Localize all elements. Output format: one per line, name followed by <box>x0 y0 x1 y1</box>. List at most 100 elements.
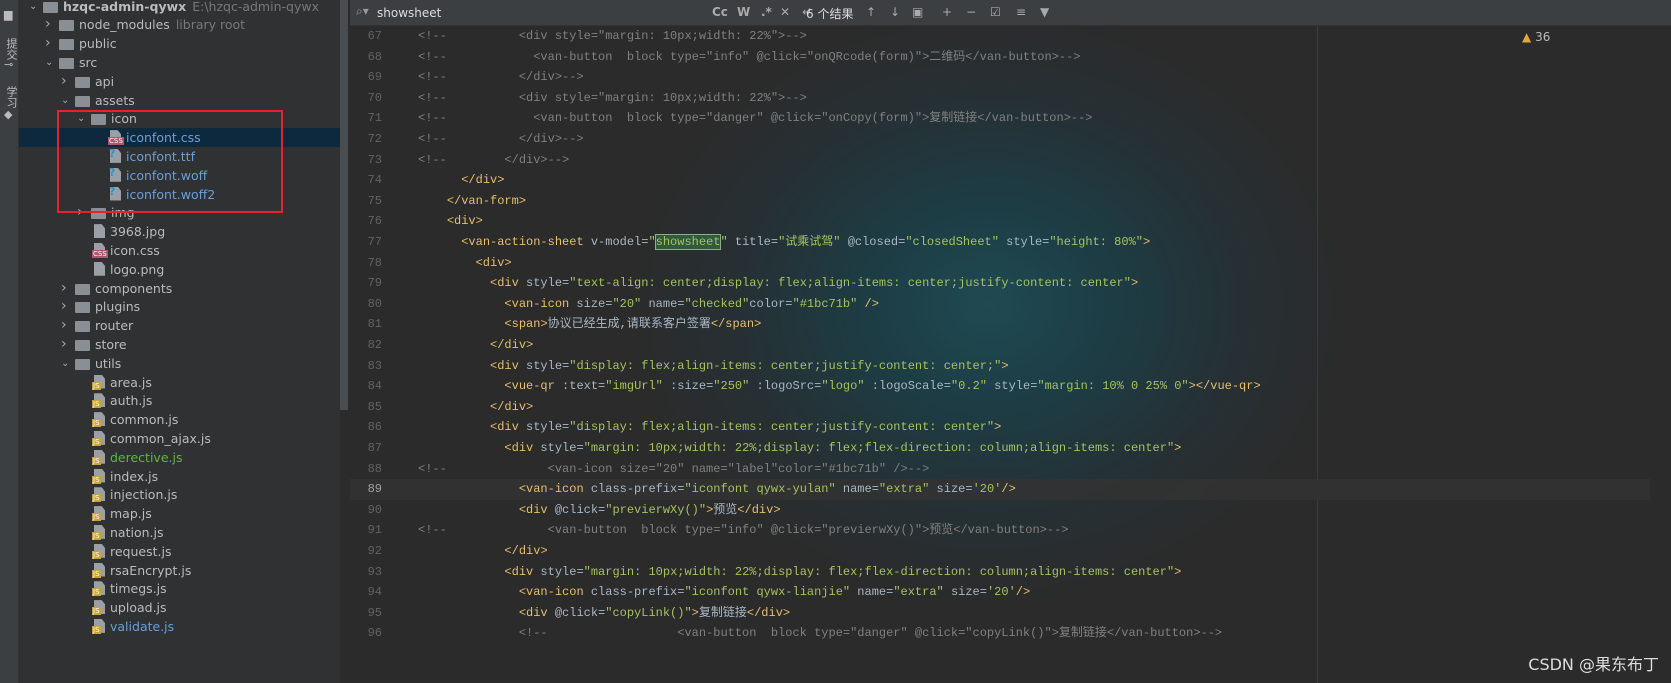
code-line[interactable]: 91 <!-- <van-button block type="info" @cl… <box>350 520 1650 541</box>
tree-item[interactable]: ⌄ hzqc-admin-qywx E:\hzqc-admin-qywx <box>19 0 340 16</box>
chevron-right-icon[interactable]: › <box>45 15 51 34</box>
line-number[interactable]: 85 <box>356 397 382 418</box>
code-line[interactable]: 70 <!-- <div style="margin: 10px;width: 2… <box>350 88 1650 109</box>
select-all-icon[interactable]: ▣ <box>912 5 923 19</box>
tree-item[interactable]: JS timegs.js <box>19 579 340 598</box>
code-line[interactable]: 71 <!-- <van-button block type="danger" @… <box>350 108 1650 129</box>
tree-item[interactable]: › store <box>19 335 340 354</box>
chevron-right-icon[interactable]: › <box>61 335 67 354</box>
code-line[interactable]: 85 </div> <box>350 397 1650 418</box>
line-number[interactable]: 92 <box>356 541 382 562</box>
tree-item[interactable]: › api <box>19 72 340 91</box>
code-line[interactable]: 88 <!-- <van-icon size="20" name="label"c… <box>350 459 1650 480</box>
clear-icon[interactable]: ✕ <box>780 5 790 19</box>
chevron-right-icon[interactable]: › <box>61 72 67 91</box>
line-number[interactable]: 91 <box>356 520 382 541</box>
line-number[interactable]: 69 <box>356 67 382 88</box>
tree-item[interactable]: JS map.js <box>19 504 340 523</box>
line-number[interactable]: 81 <box>356 314 382 335</box>
code-line[interactable]: 75 </van-form> <box>350 191 1650 212</box>
line-number[interactable]: 90 <box>356 500 382 521</box>
code-editor[interactable]: 67 <!-- <div style="margin: 10px;width: 2… <box>350 26 1671 683</box>
select-all-occurrences-icon[interactable]: ☑ <box>990 5 1001 19</box>
tree-item[interactable]: JS common.js <box>19 410 340 429</box>
code-line[interactable]: 84 <vue-qr :text="imgUrl" :size="250" :l… <box>350 376 1650 397</box>
tree-item[interactable]: JS validate.js <box>19 617 340 636</box>
code-line[interactable]: 93 <div style="margin: 10px;width: 22%;d… <box>350 562 1650 583</box>
code-line[interactable]: 77 <van-action-sheet v-model="showsheet"… <box>350 232 1650 253</box>
code-line[interactable]: 73 <!-- </div>--> <box>350 150 1650 171</box>
code-line[interactable]: 79 <div style="text-align: center;displa… <box>350 273 1650 294</box>
tree-item[interactable]: › public <box>19 34 340 53</box>
learn-tab[interactable]: 学习 <box>3 86 19 108</box>
tree-item[interactable]: CSS icon.css <box>19 241 340 260</box>
search-icon[interactable]: ⌕▾ <box>356 4 369 19</box>
filter-icon[interactable]: ▼ <box>1040 5 1049 19</box>
line-number[interactable]: 79 <box>356 273 382 294</box>
commit-tab[interactable]: 提交 <box>3 38 19 60</box>
chevron-down-icon[interactable]: ⌄ <box>45 53 53 72</box>
previous-occurrence-icon[interactable]: ↑ <box>866 5 876 19</box>
tree-item[interactable]: JS upload.js <box>19 598 340 617</box>
chevron-down-icon[interactable]: ⌄ <box>29 0 37 16</box>
code-line[interactable]: 89 <van-icon class-prefix="iconfont qywx… <box>350 479 1650 500</box>
line-number[interactable]: 96 <box>356 623 382 644</box>
line-number[interactable]: 76 <box>356 211 382 232</box>
chevron-right-icon[interactable]: › <box>45 34 51 53</box>
code-line[interactable]: 86 <div style="display: flex;align-items… <box>350 417 1650 438</box>
filter-options-icon[interactable]: ≡ <box>1016 5 1026 19</box>
tree-item[interactable]: › router <box>19 316 340 335</box>
code-line[interactable]: 69 <!-- </div>--> <box>350 67 1650 88</box>
line-number[interactable]: 94 <box>356 582 382 603</box>
tree-item[interactable]: JS index.js <box>19 467 340 486</box>
line-number[interactable]: 87 <box>356 438 382 459</box>
project-scrollbar[interactable] <box>340 0 348 410</box>
code-line[interactable]: 78 <div> <box>350 253 1650 274</box>
chevron-right-icon[interactable]: › <box>61 316 67 335</box>
tree-item[interactable]: ⌄ src <box>19 53 340 72</box>
chevron-right-icon[interactable]: › <box>61 279 67 298</box>
line-number[interactable]: 77 <box>356 232 382 253</box>
code-line[interactable]: 90 <div @click="previerwXy()">预览</div> <box>350 500 1650 521</box>
tree-item[interactable]: JS common_ajax.js <box>19 429 340 448</box>
code-line[interactable]: 92 </div> <box>350 541 1650 562</box>
line-number[interactable]: 83 <box>356 356 382 377</box>
code-line[interactable]: 81 <span>协议已经生成,请联系客户签署</span> <box>350 314 1650 335</box>
line-number[interactable]: 93 <box>356 562 382 583</box>
tree-item[interactable]: JS rsaEncrypt.js <box>19 561 340 580</box>
line-number[interactable]: 84 <box>356 376 382 397</box>
match-case-toggle[interactable]: Cc <box>712 5 728 19</box>
next-occurrence-icon[interactable]: ↓ <box>890 5 900 19</box>
chevron-down-icon[interactable]: ⌄ <box>61 91 69 110</box>
tree-item[interactable]: ⌄ assets <box>19 91 340 110</box>
code-line[interactable]: 67 <!-- <div style="margin: 10px;width: 2… <box>350 26 1650 47</box>
tree-item[interactable]: JS derective.js <box>19 448 340 467</box>
line-number[interactable]: 78 <box>356 253 382 274</box>
line-number[interactable]: 72 <box>356 129 382 150</box>
line-number[interactable]: 74 <box>356 170 382 191</box>
line-number[interactable]: 89 <box>356 479 382 500</box>
code-line[interactable]: 96 <!-- <van-button block type="danger" … <box>350 623 1650 644</box>
regex-toggle[interactable]: .* <box>761 5 772 19</box>
line-number[interactable]: 80 <box>356 294 382 315</box>
words-toggle[interactable]: W <box>737 5 750 19</box>
code-line[interactable]: 87 <div style="margin: 10px;width: 22%;d… <box>350 438 1650 459</box>
tree-item[interactable]: › components <box>19 279 340 298</box>
code-line[interactable]: 83 <div style="display: flex;align-items… <box>350 356 1650 377</box>
tree-item[interactable]: ⌄ utils <box>19 354 340 373</box>
tree-item[interactable]: JS auth.js <box>19 391 340 410</box>
line-number[interactable]: 95 <box>356 603 382 624</box>
line-number[interactable]: 86 <box>356 417 382 438</box>
tree-item[interactable]: JS nation.js <box>19 523 340 542</box>
tree-item[interactable]: JS area.js <box>19 373 340 392</box>
inspection-widget[interactable]: ▲ 36 <box>1522 30 1550 44</box>
line-number[interactable]: 68 <box>356 47 382 68</box>
code-line[interactable]: 74 </div> <box>350 170 1650 191</box>
chevron-down-icon[interactable]: ⌄ <box>61 354 69 373</box>
tree-item[interactable]: › plugins <box>19 297 340 316</box>
line-number[interactable]: 73 <box>356 150 382 171</box>
code-line[interactable]: 72 <!-- </div>--> <box>350 129 1650 150</box>
search-input[interactable] <box>377 3 697 23</box>
line-number[interactable]: 71 <box>356 108 382 129</box>
tree-item[interactable]: 3968.jpg <box>19 222 340 241</box>
